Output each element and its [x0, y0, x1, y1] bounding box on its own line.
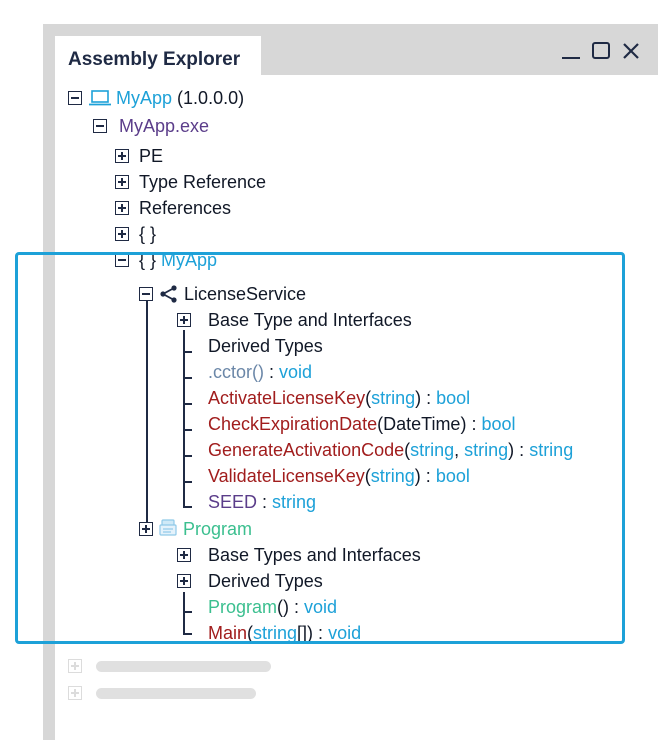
tree-connector [183, 377, 192, 379]
tree-connector [183, 592, 185, 634]
maximize-button[interactable] [588, 38, 614, 64]
type-separator: : [514, 440, 530, 460]
close-icon [623, 43, 639, 59]
tree-label: References [139, 198, 232, 218]
member-name: CheckExpirationDate [208, 414, 378, 434]
minimize-button[interactable] [558, 38, 584, 64]
expand-toggle[interactable] [139, 522, 153, 536]
namespace-braces: { } [139, 250, 157, 270]
param-separator: , [454, 440, 465, 460]
namespace-name: MyApp [161, 250, 218, 270]
array-brackets: [] [297, 623, 308, 643]
return-type: bool [435, 466, 470, 486]
assembly-name: MyApp [116, 88, 173, 108]
collapse-toggle[interactable] [139, 287, 153, 301]
panel-title: Assembly Explorer [68, 49, 241, 70]
type-separator: : [289, 597, 305, 617]
tree-connector [146, 300, 148, 526]
placeholder-row [96, 688, 256, 699]
member-name: Program [208, 597, 278, 617]
tree-connector [183, 403, 192, 405]
module-name: MyApp.exe [119, 116, 210, 136]
collapse-toggle[interactable] [68, 91, 82, 105]
tree-connector [183, 330, 185, 506]
namespace-braces: { } [139, 224, 157, 244]
type-separator: : [421, 388, 437, 408]
type-separator: : [264, 362, 280, 382]
param-type: string [410, 440, 455, 460]
param-type: string [370, 466, 415, 486]
member-name: ActivateLicenseKey [208, 388, 366, 408]
return-type: void [279, 362, 313, 382]
program-class-icon [159, 519, 177, 536]
collapse-toggle[interactable] [115, 253, 129, 267]
tree-connector [183, 481, 192, 483]
param-type: DateTime [383, 414, 461, 434]
param-type: string [464, 440, 509, 460]
tree-label: Type Reference [139, 172, 267, 192]
member-name: ValidateLicenseKey [208, 466, 365, 486]
type-separator: : [257, 492, 273, 512]
tree-connector [183, 455, 192, 457]
class-share-icon [160, 285, 177, 303]
tree-connector [183, 611, 192, 613]
member-name: .cctor() [208, 362, 264, 382]
tree-connector [183, 351, 192, 353]
placeholder-row [96, 661, 271, 672]
field-type: string [272, 492, 317, 512]
expand-toggle[interactable] [177, 574, 191, 588]
tree-label: PE [139, 146, 164, 166]
member-name: Main [208, 623, 248, 643]
laptop-icon [89, 90, 111, 106]
expand-toggle[interactable] [115, 175, 129, 189]
type-separator: : [466, 414, 482, 434]
maximize-icon [592, 42, 610, 59]
placeholder-toggle [68, 686, 82, 700]
return-type: void [328, 623, 362, 643]
placeholder-toggle [68, 659, 82, 673]
tree-label: Base Types and Interfaces [208, 545, 421, 565]
return-type: string [529, 440, 574, 460]
param-type: string [371, 388, 416, 408]
param-type: string [253, 623, 298, 643]
expand-toggle[interactable] [177, 548, 191, 562]
tree-connector [183, 633, 192, 635]
assembly-version: (1.0.0.0) [177, 88, 245, 108]
member-name: GenerateActivationCode [208, 440, 405, 460]
tree-connector [183, 429, 192, 431]
expand-toggle[interactable] [115, 201, 129, 215]
return-type: void [304, 597, 338, 617]
expand-toggle[interactable] [177, 313, 191, 327]
return-type: bool [436, 388, 471, 408]
panel-tab[interactable]: Assembly Explorer [55, 36, 261, 76]
tree-connector [183, 506, 192, 508]
tree-label: Base Type and Interfaces [208, 310, 412, 330]
paren: () [277, 597, 290, 617]
return-type: bool [481, 414, 516, 434]
expand-toggle[interactable] [115, 149, 129, 163]
minimize-icon [562, 57, 580, 59]
field-name: SEED [208, 492, 258, 512]
expand-toggle[interactable] [115, 227, 129, 241]
tree-label: Derived Types [208, 571, 323, 591]
type-separator: : [420, 466, 436, 486]
type-separator: : [313, 623, 329, 643]
class-name: LicenseService [184, 284, 307, 304]
close-button[interactable] [618, 38, 644, 64]
collapse-toggle[interactable] [93, 119, 107, 133]
tree-label: Derived Types [208, 336, 323, 356]
class-name: Program [183, 519, 253, 539]
